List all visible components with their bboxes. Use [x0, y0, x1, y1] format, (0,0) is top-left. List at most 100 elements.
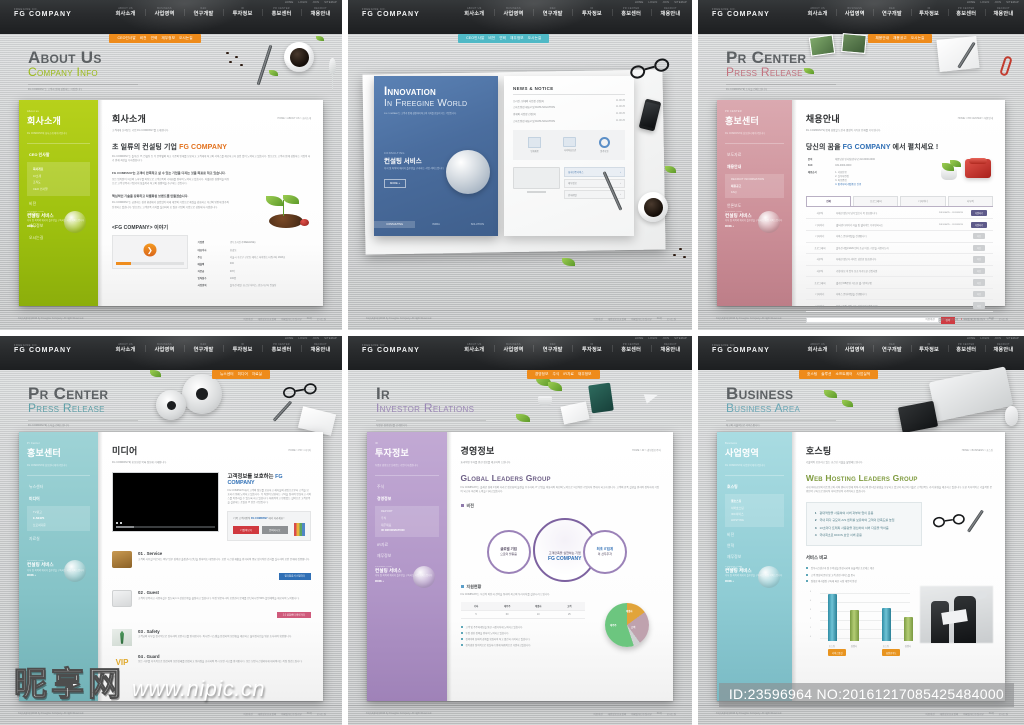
- sidebar-promo[interactable]: CONSULTING 컨설팅 서비스 지식 및 최적의 패키지 솔루션을 구축하…: [725, 210, 784, 233]
- menu-item-pr[interactable]: PR CENTER 홍보센터: [611, 343, 651, 353]
- sidebar-item-finance[interactable]: 재무정보: [725, 552, 784, 563]
- sidebar-item-archive[interactable]: 자료실: [27, 534, 90, 545]
- sidebar-item-vision[interactable]: 비전: [27, 199, 90, 210]
- tab-designer[interactable]: 디자이너: [900, 196, 946, 206]
- news-list[interactable]: 프리진, 영예의 사업장 선정(1) 11.08.25 스마트워킹 에듀U 및 …: [513, 98, 625, 124]
- mockup-pr-recruit[interactable]: HOME LOGIN JOIN SITEMAP FREEGINE CO. FG …: [698, 0, 1024, 330]
- table-row[interactable]: 프로그래머 웹기반 DB운영 가능한 웹 / 인력구함 마감: [805, 276, 993, 289]
- video-screen[interactable]: [112, 471, 220, 532]
- menu-item-ir[interactable]: IR 투자정보: [572, 343, 611, 353]
- footer-link[interactable]: 이메일무단수집거부: [281, 712, 302, 716]
- menu-item-business[interactable]: BUSINESS 사업영역: [836, 343, 873, 353]
- sidebar-submenu[interactable]: TV광고 E-NEWS 브로셔다운: [27, 505, 91, 532]
- apply-button[interactable]: 지원하기: [970, 221, 987, 228]
- sub-nav-item[interactable]: 채용공고: [893, 36, 907, 41]
- sub-nav-item[interactable]: 소프트웨어: [835, 372, 852, 377]
- mockup-main-page[interactable]: HOME LOGIN JOIN SITEMAP FREEGINE CO. FG …: [348, 0, 692, 330]
- util-link[interactable]: HOME: [285, 1, 294, 4]
- news-item[interactable]: 영예의 사업장 선정(1) 11.08.25: [513, 111, 625, 118]
- sidebar-promo[interactable]: CONSULTING 컨설팅 서비스 지식 및 최적의 패키지 솔루션을 구축하…: [375, 565, 439, 588]
- menu-item-about[interactable]: ABOUT US 회사소개: [106, 343, 145, 353]
- util-link[interactable]: JOIN: [662, 337, 669, 340]
- sidebar-subitem[interactable]: CEO 인사말: [31, 186, 86, 193]
- table-row[interactable]: 사무직 자세한 정보가 사이트 넘긴만 참조합니다. 마감: [805, 253, 993, 266]
- menu-item-rnd[interactable]: R&D 연구개발: [873, 343, 910, 353]
- menu-item-recruit[interactable]: RECRUIT 채용안내: [650, 343, 690, 353]
- footer-link[interactable]: 개인정보보호정책: [258, 317, 276, 321]
- menu-item-about[interactable]: ABOUT US 회사소개: [106, 7, 145, 17]
- sidebar-menu[interactable]: 호스팅 웹호스팅 서버호스팅 IDC서비스 HOSTING 비전 연혁 재무정보…: [725, 482, 784, 575]
- footer-link[interactable]: 이용약관: [243, 712, 252, 716]
- sub-nav-item[interactable]: CEO인사말: [466, 36, 484, 41]
- menu-item-pr[interactable]: PR CENTER 홍보센터: [262, 7, 301, 17]
- sub-nav-item[interactable]: 재무정보: [578, 372, 592, 377]
- sub-nav[interactable]: CEO인사말 비전 연혁 재무정보 오시는길: [109, 34, 201, 43]
- nav-utility-links[interactable]: HOME LOGIN JOIN SITEMAP: [635, 337, 687, 340]
- cover-tab-consulting[interactable]: CONSULTING: [374, 221, 416, 228]
- sidebar-subitem[interactable]: 서버호스팅: [729, 504, 780, 511]
- sidebar-promo[interactable]: CONSULTING 컨설팅 서비스 지식 및 최적의 패키지 솔루션을 구축하…: [27, 560, 90, 583]
- play-button-icon[interactable]: ❯: [143, 243, 157, 257]
- sidebar-item-ceo[interactable]: CEO 인사말: [27, 150, 90, 161]
- cover-tab-infra[interactable]: INFRA: [415, 221, 456, 228]
- sidebar-subitem[interactable]: 웹호스팅: [729, 497, 780, 504]
- sidebar-subitem[interactable]: 채용공고: [729, 183, 780, 190]
- util-link[interactable]: HOME: [635, 337, 644, 340]
- sidebar-submenu[interactable]: 웹호스팅 서버호스팅 IDC서비스 HOSTING: [725, 494, 784, 527]
- util-link[interactable]: SITEMAP: [324, 1, 337, 4]
- sub-nav-item[interactable]: 연혁: [151, 36, 158, 41]
- quick-link-item[interactable]: 인재개발 ›: [564, 189, 625, 200]
- sidebar-item-media[interactable]: 미디어: [27, 493, 90, 504]
- brand-logo[interactable]: FREEGINE CO. FG COMPANY: [362, 8, 420, 18]
- menu-item-ir[interactable]: IR 투자정보: [910, 7, 948, 17]
- footer-link[interactable]: 이용약관: [593, 317, 602, 321]
- menu-item-business[interactable]: BUSINESS 사업영역: [145, 343, 184, 353]
- footer-link[interactable]: 이용약관: [925, 317, 934, 321]
- sidebar-subitem[interactable]: 주식: [379, 515, 435, 522]
- sidebar[interactable]: IR 투자정보 투명한 경영으로 신뢰받는 기업이 되겠습니다 주식 경영정보 …: [367, 432, 447, 701]
- sub-nav-item[interactable]: 경영정보: [535, 372, 549, 377]
- sidebar-subitem[interactable]: FAQ: [729, 189, 780, 195]
- footer-link[interactable]: FAQ: [657, 712, 662, 716]
- footer-link[interactable]: FAQ: [307, 317, 312, 321]
- footer-links[interactable]: 이용약관 개인정보보호정책 이메일무단수집거부 FAQ 오시는길: [925, 712, 1008, 716]
- sidebar-item-press[interactable]: 보도자료: [725, 150, 784, 161]
- sidebar-item-irdata[interactable]: IR자료: [375, 540, 439, 551]
- menu-item-about[interactable]: ABOUT US 회사소개: [799, 7, 836, 17]
- main-menu[interactable]: ABOUT US 회사소개 BUSINESS 사업영역 R&D 연구개발 IR …: [455, 343, 690, 353]
- footer-link[interactable]: 이메일무단수집거부: [631, 317, 652, 321]
- sub-nav[interactable]: 호스팅 솔루션 소프트웨어 사업실적: [799, 370, 879, 379]
- table-row[interactable]: 사무직 기획/홍보 이 업무 보조 부가능한 신입사원 마감: [805, 265, 993, 278]
- sidebar-subitem[interactable]: 회사개요: [31, 165, 86, 172]
- mockup-business-hosting[interactable]: HOME LOGIN JOIN SITEMAP FREEGINE CO. FG …: [698, 336, 1024, 725]
- menu-item-rnd[interactable]: R&D 연구개발: [533, 343, 572, 353]
- sidebar-item-management[interactable]: 경영정보: [375, 493, 439, 504]
- footer-link[interactable]: 오시는길: [667, 712, 676, 716]
- menu-item-business[interactable]: BUSINESS 사업영역: [145, 7, 184, 17]
- sidebar-submenu[interactable]: RECRUIT INFORMATION 채용공고 FAQ: [725, 173, 784, 199]
- mockup-ir[interactable]: HOME LOGIN JOIN SITEMAP FREEGINE CO. FG …: [348, 336, 692, 725]
- video-player[interactable]: [112, 471, 220, 542]
- util-link[interactable]: LOGIN: [298, 1, 307, 4]
- sidebar-item-news[interactable]: 뉴스센터: [27, 482, 90, 493]
- sidebar-promo[interactable]: CONSULTING 컨설팅 서비스 지식 및 최적의 패키지 솔루션을 구축하…: [27, 210, 90, 233]
- util-link[interactable]: JOIN: [994, 337, 1001, 340]
- sidebar-subitem[interactable]: RECRUIT INFORMATION: [729, 177, 780, 183]
- sub-nav-item[interactable]: CEO인사말: [117, 36, 135, 41]
- util-link[interactable]: SITEMAP: [674, 337, 687, 340]
- menu-item-recruit[interactable]: RECRUIT 채용안내: [650, 7, 690, 17]
- menu-item-ir[interactable]: IR 투자정보: [223, 7, 262, 17]
- util-link[interactable]: LOGIN: [648, 1, 657, 4]
- brand-logo[interactable]: FREEGINE CO. FG COMPANY: [14, 8, 72, 18]
- menu-item-recruit[interactable]: RECRUIT 채용안내: [984, 343, 1022, 353]
- footer-links[interactable]: 이용약관 개인정보보호정책 이메일무단수집거부 FAQ 오시는길: [243, 317, 326, 321]
- util-link[interactable]: LOGIN: [980, 337, 989, 340]
- table-row[interactable]: 디자이너 서비스 운영/개발을 진행합니다 마감: [805, 288, 993, 301]
- nav-utility-links[interactable]: HOME LOGIN JOIN SITEMAP: [285, 1, 337, 4]
- footer-link[interactable]: 이메일무단수집거부: [963, 317, 984, 321]
- table-row[interactable]: 프로그래머 솔루션 개발/JAVA 언어 초급 이상, 기본을 사용가능자 마감: [805, 242, 993, 255]
- footer-link[interactable]: 이용약관: [925, 712, 934, 716]
- main-menu[interactable]: ABOUT US 회사소개 BUSINESS 사업영역 R&D 연구개발 IR …: [106, 7, 340, 17]
- menu-item-rnd[interactable]: R&D 연구개발: [184, 7, 223, 17]
- footer-link[interactable]: FAQ: [307, 712, 312, 716]
